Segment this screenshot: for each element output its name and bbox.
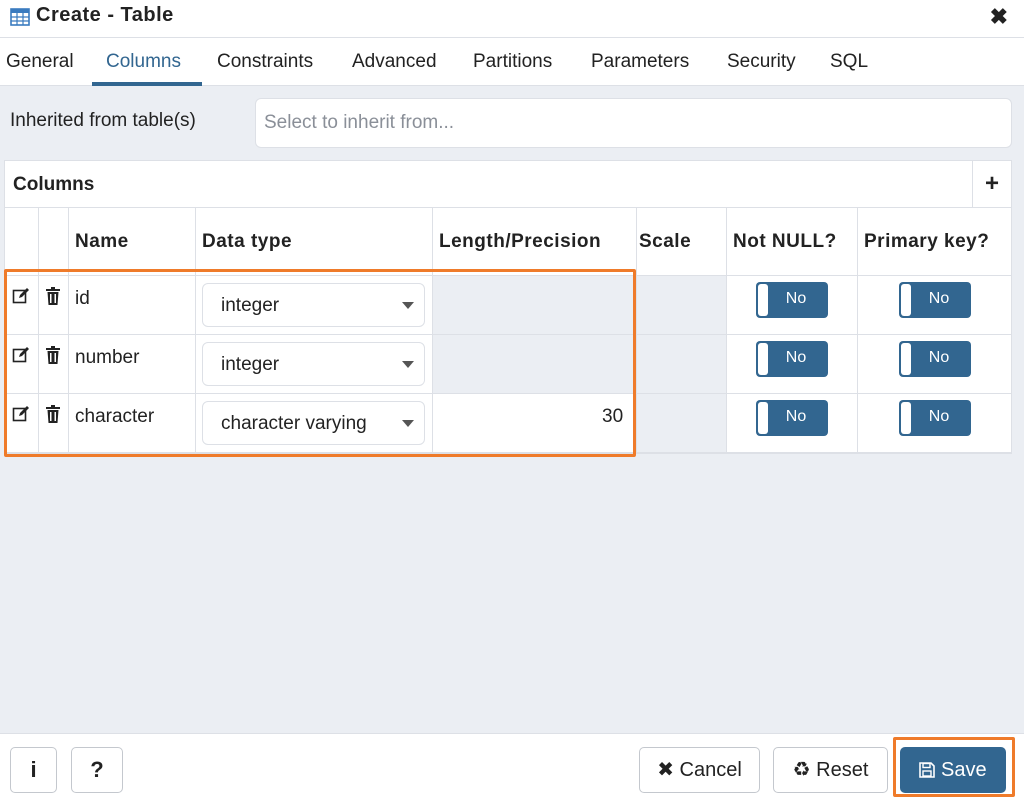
column-header-primary-key: Primary key? xyxy=(864,231,990,252)
close-icon[interactable]: ✖ xyxy=(990,4,1008,30)
length-precision-cell[interactable]: 30 xyxy=(602,406,623,428)
data-type-select[interactable]: character varying xyxy=(202,401,425,445)
cancel-button[interactable]: ✖ Cancel xyxy=(639,747,760,793)
reset-button[interactable]: ♻ Reset xyxy=(773,747,888,793)
grid-title: Columns xyxy=(13,174,95,195)
length-cell-disabled xyxy=(433,335,636,393)
active-tab-indicator xyxy=(92,82,202,86)
data-type-select[interactable]: integer xyxy=(202,283,425,327)
dialog-footer: i ? ✖ Cancel ♻ Reset Save xyxy=(0,733,1024,807)
edit-icon[interactable] xyxy=(12,287,30,310)
toggle-label: No xyxy=(785,290,807,307)
save-button[interactable]: Save xyxy=(900,747,1006,793)
grid-header: Columns + xyxy=(5,161,1011,208)
column-name-cell[interactable]: number xyxy=(75,347,139,369)
grid-divider xyxy=(432,208,433,453)
grid-divider xyxy=(68,208,69,453)
column-name-cell[interactable]: character xyxy=(75,406,154,428)
primary-key-toggle[interactable]: No xyxy=(899,341,971,377)
column-header-not-null: Not NULL? xyxy=(733,231,837,252)
edit-icon[interactable] xyxy=(12,405,30,428)
data-type-value: integer xyxy=(221,354,280,375)
toggle-label: No xyxy=(785,408,807,425)
not-null-toggle[interactable]: No xyxy=(756,282,828,318)
grid-divider xyxy=(636,208,637,453)
tab-advanced[interactable]: Advanced xyxy=(352,51,437,73)
grid-divider xyxy=(38,208,39,453)
grid-divider xyxy=(5,452,1011,453)
dialog-titlebar: Create - Table ✖ xyxy=(0,0,1024,38)
reset-label: Reset xyxy=(816,759,869,781)
trash-icon[interactable] xyxy=(46,346,60,369)
cancel-label: Cancel xyxy=(679,759,742,781)
data-type-select[interactable]: integer xyxy=(202,342,425,386)
chevron-down-icon xyxy=(402,420,414,427)
trash-icon[interactable] xyxy=(46,405,60,428)
tab-general[interactable]: General xyxy=(6,51,74,73)
tab-constraints[interactable]: Constraints xyxy=(217,51,313,73)
not-null-toggle[interactable]: No xyxy=(756,400,828,436)
help-button[interactable]: ? xyxy=(71,747,123,793)
column-header-data-type: Data type xyxy=(202,231,293,252)
grid-divider xyxy=(726,208,727,453)
scale-cell-disabled xyxy=(637,394,726,452)
scale-cell-disabled xyxy=(637,276,726,334)
recycle-icon: ♻ xyxy=(792,759,811,781)
tab-columns[interactable]: Columns xyxy=(106,51,181,73)
columns-grid: Columns + Name Data type Length/Precisio… xyxy=(4,160,1012,454)
column-name-cell[interactable]: id xyxy=(75,288,90,310)
tab-bar: General Columns Constraints Advanced Par… xyxy=(0,38,1024,86)
info-button[interactable]: i xyxy=(10,747,57,793)
chevron-down-icon xyxy=(402,302,414,309)
toggle-label: No xyxy=(928,349,950,366)
close-icon: ✖ xyxy=(657,759,674,781)
data-type-value: integer xyxy=(221,295,280,316)
scale-cell-disabled xyxy=(637,335,726,393)
trash-icon[interactable] xyxy=(46,287,60,310)
grid-divider xyxy=(857,208,858,453)
primary-key-toggle[interactable]: No xyxy=(899,282,971,318)
toggle-label: No xyxy=(928,408,950,425)
dialog-title: Create - Table xyxy=(36,4,174,26)
column-header-length: Length/Precision xyxy=(439,231,602,252)
toggle-label: No xyxy=(928,290,950,307)
chevron-down-icon xyxy=(402,361,414,368)
save-label: Save xyxy=(940,759,987,781)
toggle-label: No xyxy=(785,349,807,366)
tab-security[interactable]: Security xyxy=(727,51,796,73)
grid-divider xyxy=(5,334,1011,335)
data-type-value: character varying xyxy=(221,413,367,434)
inherit-label: Inherited from table(s) xyxy=(10,110,196,131)
length-cell-disabled xyxy=(433,276,636,334)
tab-sql[interactable]: SQL xyxy=(830,51,868,73)
grid-divider xyxy=(5,393,1011,394)
edit-icon[interactable] xyxy=(12,346,30,369)
save-icon xyxy=(919,759,941,781)
tab-parameters[interactable]: Parameters xyxy=(591,51,689,73)
grid-divider xyxy=(195,208,196,453)
tab-partitions[interactable]: Partitions xyxy=(473,51,552,73)
primary-key-toggle[interactable]: No xyxy=(899,400,971,436)
column-header-name: Name xyxy=(75,231,129,252)
table-icon xyxy=(10,8,30,31)
not-null-toggle[interactable]: No xyxy=(756,341,828,377)
grid-divider xyxy=(5,275,1011,276)
plus-icon[interactable]: + xyxy=(972,161,1011,208)
inherit-select[interactable]: Select to inherit from... xyxy=(255,98,1012,148)
column-header-scale: Scale xyxy=(639,231,692,252)
